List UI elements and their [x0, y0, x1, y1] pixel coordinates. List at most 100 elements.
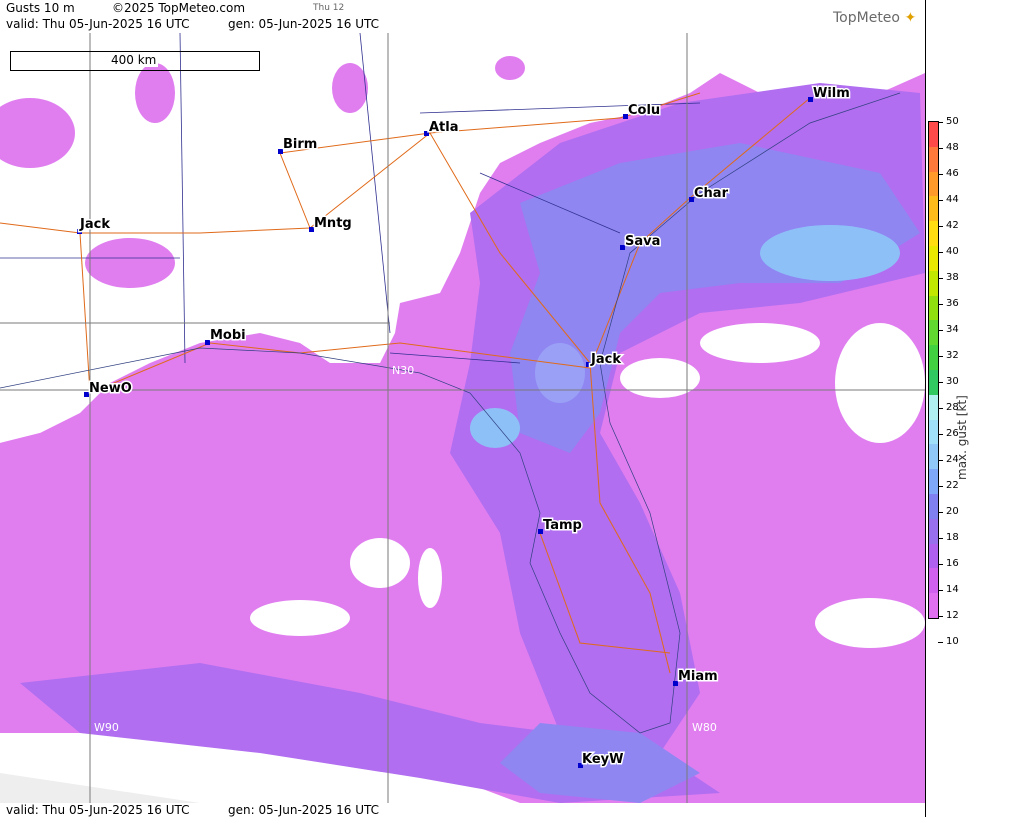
- city-atla[interactable]: Atla: [424, 119, 460, 137]
- legend-color-step: [929, 593, 938, 619]
- calm-atlantic-patch-3: [835, 323, 925, 443]
- legend-color-step: [929, 444, 938, 470]
- city-char[interactable]: Char: [689, 185, 730, 203]
- svg-text:KeyW: KeyW: [582, 752, 623, 767]
- weather-map[interactable]: N30 W90 W80 Atla Birm Colu Wilm Char Sav…: [0, 33, 925, 803]
- legend-color-step: [929, 419, 938, 445]
- legend-tick-label: 32: [946, 350, 959, 361]
- gust-patch-5: [495, 56, 525, 80]
- legend-tick-label: 40: [946, 246, 959, 257]
- legend-tick-label: 12: [946, 610, 959, 621]
- footer-valid-time: valid: Thu 05-Jun-2025 16 UTC: [6, 803, 190, 817]
- legend-color-step: [929, 320, 938, 346]
- legend-tick-mark: [938, 122, 943, 123]
- calm-atlantic-patch-1: [620, 358, 700, 398]
- legend-tick-label: 36: [946, 298, 959, 309]
- svg-text:Jack: Jack: [590, 352, 621, 367]
- city-jack-fl[interactable]: Jack: [586, 351, 623, 369]
- legend-title: max. gust [kt]: [955, 395, 969, 480]
- legend-color-step: [929, 146, 938, 173]
- city-sava[interactable]: Sava: [620, 233, 662, 251]
- valid-time: valid: Thu 05-Jun-2025 16 UTC: [6, 17, 190, 31]
- legend-tick-label: 10: [946, 636, 959, 647]
- legend-tick-label: 18: [946, 532, 959, 543]
- lat-label-n30: N30: [392, 364, 414, 377]
- legend-tick-mark: [938, 538, 943, 539]
- product-title: Gusts 10 m: [6, 1, 75, 15]
- legend-color-step: [929, 494, 938, 520]
- calm-atlantic-patch-4: [815, 598, 925, 648]
- legend-tick-mark: [938, 356, 943, 357]
- city-wilm[interactable]: Wilm: [808, 85, 851, 103]
- footer-generated-time: gen: 05-Jun-2025 16 UTC: [228, 803, 380, 817]
- legend-tick-mark: [938, 226, 943, 227]
- day-tag: Thu 12: [313, 3, 345, 13]
- legend-tick-mark: [938, 460, 943, 461]
- legend-color-step: [929, 270, 938, 297]
- legend-tick-mark: [938, 200, 943, 201]
- legend-tick-mark: [938, 616, 943, 617]
- legend-color-step: [929, 568, 938, 594]
- svg-text:Wilm: Wilm: [813, 86, 850, 101]
- city-miam[interactable]: Miam: [673, 668, 719, 686]
- city-keyw[interactable]: KeyW: [578, 751, 625, 769]
- gust-max-atlantic: [760, 225, 900, 281]
- city-colu[interactable]: Colu: [623, 102, 662, 120]
- legend-tick-mark: [938, 252, 943, 253]
- legend-color-step: [929, 370, 938, 396]
- legend-color-step: [929, 171, 938, 197]
- legend-tick-mark: [938, 642, 943, 643]
- calm-gulf-patch-1: [350, 538, 410, 588]
- gust-patch-north-fl: [535, 343, 585, 403]
- legend-tick-mark: [938, 434, 943, 435]
- scale-bar-label: 400 km: [109, 53, 159, 67]
- svg-text:Jack: Jack: [79, 217, 110, 232]
- legend-tick-mark: [938, 148, 943, 149]
- svg-text:Sava: Sava: [625, 234, 660, 249]
- legend-color-step: [929, 543, 938, 569]
- city-newo[interactable]: NewO: [84, 380, 133, 398]
- map-footer: valid: Thu 05-Jun-2025 16 UTC gen: 05-Ju…: [0, 803, 925, 817]
- legend-tick-label: 46: [946, 168, 959, 179]
- legend-tick-mark: [938, 512, 943, 513]
- legend-color-step: [929, 345, 938, 371]
- legend-tick-mark: [938, 278, 943, 279]
- legend-tick-label: 44: [946, 194, 959, 205]
- calm-gulf-patch-2: [250, 600, 350, 636]
- legend-color-step: [929, 221, 938, 247]
- city-jack-ms[interactable]: Jack: [77, 216, 112, 234]
- gust-patch-3: [135, 63, 175, 123]
- city-mntg[interactable]: Mntg: [309, 215, 353, 233]
- city-tamp[interactable]: Tamp: [538, 517, 583, 535]
- gust-patch-4: [332, 63, 368, 113]
- calm-atlantic-patch-2: [700, 323, 820, 363]
- generated-time: gen: 05-Jun-2025 16 UTC: [228, 17, 380, 31]
- legend-color-step: [929, 394, 938, 421]
- legend-color-step: [929, 246, 938, 272]
- lon-label-w90: W90: [94, 721, 119, 734]
- legend-tick-mark: [938, 174, 943, 175]
- legend-tick-label: 22: [946, 480, 959, 491]
- legend-tick-label: 34: [946, 324, 959, 335]
- legend-tick-mark: [938, 486, 943, 487]
- brand-logo: TopMeteo ✦: [833, 10, 916, 26]
- city-mobi[interactable]: Mobi: [205, 327, 247, 345]
- legend-color-step: [929, 518, 938, 545]
- legend-color-step: [929, 295, 938, 321]
- copyright-text: ©2025 TopMeteo.com: [112, 1, 246, 15]
- legend-tick-label: 16: [946, 558, 959, 569]
- svg-text:Colu: Colu: [628, 103, 660, 118]
- legend-color-step: [929, 196, 938, 222]
- legend-tick-mark: [938, 408, 943, 409]
- scale-bar: 400 km: [10, 51, 260, 71]
- city-birm[interactable]: Birm: [278, 136, 319, 154]
- legend-tick-label: 30: [946, 376, 959, 387]
- svg-text:Birm: Birm: [283, 137, 317, 152]
- svg-text:Tamp: Tamp: [543, 518, 582, 533]
- legend-tick-label: 20: [946, 506, 959, 517]
- gust-max-bigbend: [470, 408, 520, 448]
- legend-tick-label: 14: [946, 584, 959, 595]
- legend-color-step: [929, 122, 938, 148]
- legend-color-step: [929, 469, 938, 495]
- legend-tick-mark: [938, 330, 943, 331]
